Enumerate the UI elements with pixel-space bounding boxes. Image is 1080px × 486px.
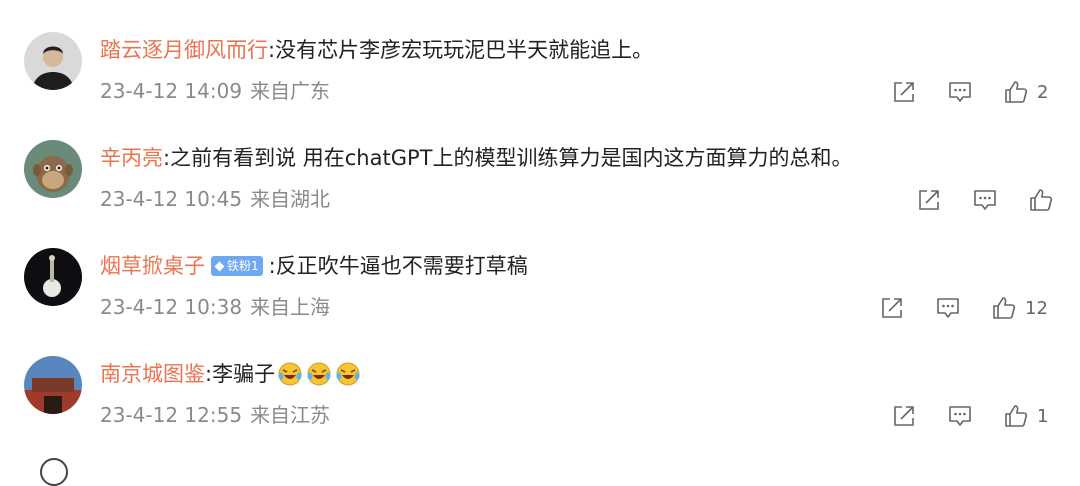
comment-meta: 23-4-12 12:55 来自江苏	[100, 400, 330, 430]
comment-item: 烟草掀桌子 铁粉1: 反正吹牛逼也不需要打草稿 23-4-12 10:38 来自上海…	[0, 248, 1080, 356]
comment-item: 踏云逐月御风而行: 没有芯片李彦宏玩玩泥巴半天就能追上。 23-4-12 14:0…	[0, 32, 1080, 140]
emoji-group	[277, 361, 364, 387]
badge-label: 铁粉1	[227, 259, 259, 273]
comment-icon	[949, 82, 971, 102]
comment-icon	[949, 406, 971, 426]
share-icon	[882, 298, 902, 318]
location: 来自上海	[250, 295, 331, 319]
share-button[interactable]	[891, 79, 917, 105]
thumbs-up-icon	[993, 297, 1016, 319]
share-button[interactable]	[891, 403, 917, 429]
timestamp: 23-4-12 10:38	[100, 295, 243, 319]
comment-actions: 1	[891, 402, 1048, 430]
comment-text: 之前有看到说 用在chatGPT上的模型训练算力是国内这方面算力的总和。	[170, 146, 853, 170]
colon: :	[268, 38, 276, 62]
thumbs-up-icon	[1005, 81, 1028, 103]
comment-meta: 23-4-12 10:38 来自上海	[100, 292, 330, 322]
like-count: 12	[1025, 297, 1048, 319]
timestamp: 23-4-12 10:45	[100, 187, 243, 211]
timestamp: 23-4-12 12:55	[100, 403, 243, 427]
laughing-crying-emoji	[278, 362, 302, 386]
avatar[interactable]	[24, 32, 82, 90]
comment-actions: 2	[891, 78, 1048, 106]
comment-actions: 12	[879, 294, 1048, 322]
thumbs-up-icon	[1030, 189, 1053, 211]
location: 来自江苏	[250, 403, 331, 427]
share-button[interactable]	[916, 187, 942, 213]
timestamp: 23-4-12 14:09	[100, 79, 243, 103]
laughing-crying-emoji	[307, 362, 331, 386]
comment-text: 没有芯片李彦宏玩玩泥巴半天就能追上。	[275, 38, 654, 62]
share-button[interactable]	[879, 295, 905, 321]
comment-text: 反正吹牛逼也不需要打草稿	[275, 254, 528, 278]
comment-button[interactable]	[947, 79, 973, 105]
next-comment-avatar	[40, 458, 68, 486]
comment-actions	[916, 186, 1054, 214]
username-link[interactable]: 南京城图鉴	[100, 358, 205, 390]
username-link[interactable]: 踏云逐月御风而行	[100, 34, 268, 66]
comment-meta: 23-4-12 10:45 来自湖北	[100, 184, 330, 214]
avatar[interactable]	[24, 356, 82, 414]
like-count: 1	[1037, 405, 1049, 427]
share-icon	[894, 82, 914, 102]
diamond-icon	[214, 261, 225, 271]
location: 来自广东	[250, 79, 331, 103]
comment-text: 李骗子	[212, 362, 276, 386]
comment-item: 辛丙亮: 之前有看到说 用在chatGPT上的模型训练算力是国内这方面算力的总和。…	[0, 140, 1080, 248]
username-link[interactable]: 烟草掀桌子	[100, 250, 205, 282]
comment-icon	[974, 190, 996, 210]
like-button[interactable]: 12	[991, 295, 1048, 321]
comment-button[interactable]	[972, 187, 998, 213]
colon: :	[163, 146, 171, 170]
avatar[interactable]	[24, 248, 82, 306]
comment-icon	[937, 298, 959, 318]
comment-meta: 23-4-12 14:09 来自广东	[100, 76, 330, 106]
comment-button[interactable]	[935, 295, 961, 321]
thumbs-up-icon	[1005, 405, 1028, 427]
colon: :	[268, 254, 276, 278]
comment-button[interactable]	[947, 403, 973, 429]
like-count: 2	[1037, 81, 1049, 103]
avatar[interactable]	[24, 140, 82, 198]
colon: :	[205, 362, 213, 386]
username-link[interactable]: 辛丙亮	[100, 142, 163, 174]
location: 来自湖北	[250, 187, 331, 211]
share-icon	[919, 190, 939, 210]
comment-line: 南京城图鉴: 李骗子	[100, 358, 364, 390]
like-button[interactable]: 2	[1003, 79, 1048, 105]
share-icon	[894, 406, 914, 426]
comment-item: 南京城图鉴: 李骗子 23-4-12 12:55 来自江苏 1	[0, 356, 1080, 464]
comment-line: 踏云逐月御风而行: 没有芯片李彦宏玩玩泥巴半天就能追上。	[100, 34, 653, 66]
like-button[interactable]	[1028, 187, 1054, 213]
laughing-crying-emoji	[336, 362, 360, 386]
like-button[interactable]: 1	[1003, 403, 1048, 429]
comment-line: 烟草掀桌子 铁粉1: 反正吹牛逼也不需要打草稿	[100, 250, 528, 282]
comment-line: 辛丙亮: 之前有看到说 用在chatGPT上的模型训练算力是国内这方面算力的总和。	[100, 142, 852, 174]
fan-badge[interactable]: 铁粉1	[211, 256, 263, 276]
